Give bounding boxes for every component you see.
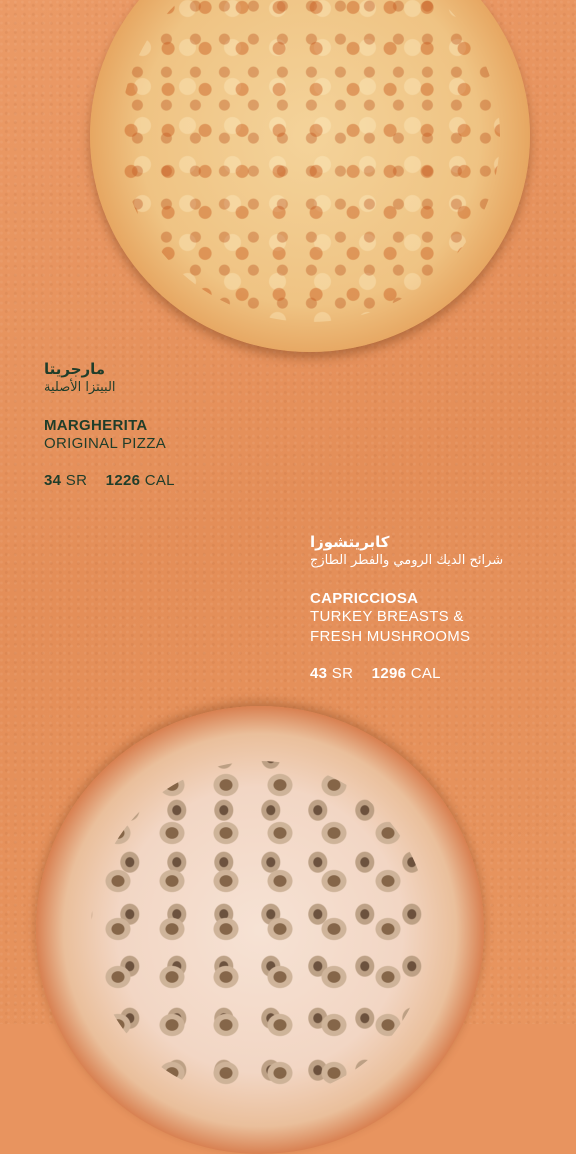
cheese-texture xyxy=(120,0,500,322)
item-name: MARGHERITA xyxy=(44,417,148,434)
arabic-item-name: مارجريتا xyxy=(44,360,106,378)
calories: 1296 CAL xyxy=(371,665,441,682)
calories: 1226 CAL xyxy=(105,472,175,489)
menu-item-capricciosa[interactable]: كابريتشوزا شرائح الديك الرومي والفطر الط… xyxy=(310,533,550,682)
item-name: CAPRICCIOSA xyxy=(310,590,419,607)
item-description-line: TURKEY BREASTS & xyxy=(310,608,464,625)
price: 34 SR xyxy=(44,472,88,489)
arabic-item-description: شرائح الديك الرومي والفطر الطازج xyxy=(310,553,504,568)
arabic-item-description: البيتزا الأصلية xyxy=(44,380,116,395)
menu-item-margherita[interactable]: مارجريتا البيتزا الأصلية MARGHERITA ORIG… xyxy=(44,360,244,489)
item-meta: 34 SR 1226 CAL xyxy=(44,472,244,489)
item-meta: 43 SR 1296 CAL xyxy=(310,665,550,682)
item-description-line: ORIGINAL PIZZA xyxy=(44,435,166,452)
price: 43 SR xyxy=(310,665,354,682)
item-description-line: FRESH MUSHROOMS xyxy=(310,628,471,645)
mushroom-topping xyxy=(91,761,429,1099)
capricciosa-pizza-image xyxy=(36,706,484,1154)
arabic-item-name: كابريتشوزا xyxy=(310,533,390,551)
